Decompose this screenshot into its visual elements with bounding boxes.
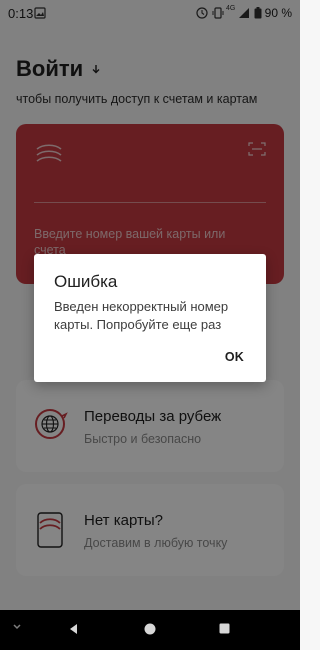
dialog-title: Ошибка	[54, 272, 118, 291]
system-navigation-bar	[0, 610, 300, 650]
chevron-down-icon[interactable]	[12, 622, 22, 632]
error-dialog: Ошибка Введен некорректный номер карты. …	[34, 254, 266, 382]
dialog-message: Введен некорректный номер карты. Попробу…	[54, 299, 229, 332]
ok-button[interactable]: OK	[225, 350, 244, 364]
back-icon[interactable]	[67, 622, 81, 636]
recents-icon[interactable]	[218, 622, 231, 635]
home-icon[interactable]	[143, 622, 157, 636]
